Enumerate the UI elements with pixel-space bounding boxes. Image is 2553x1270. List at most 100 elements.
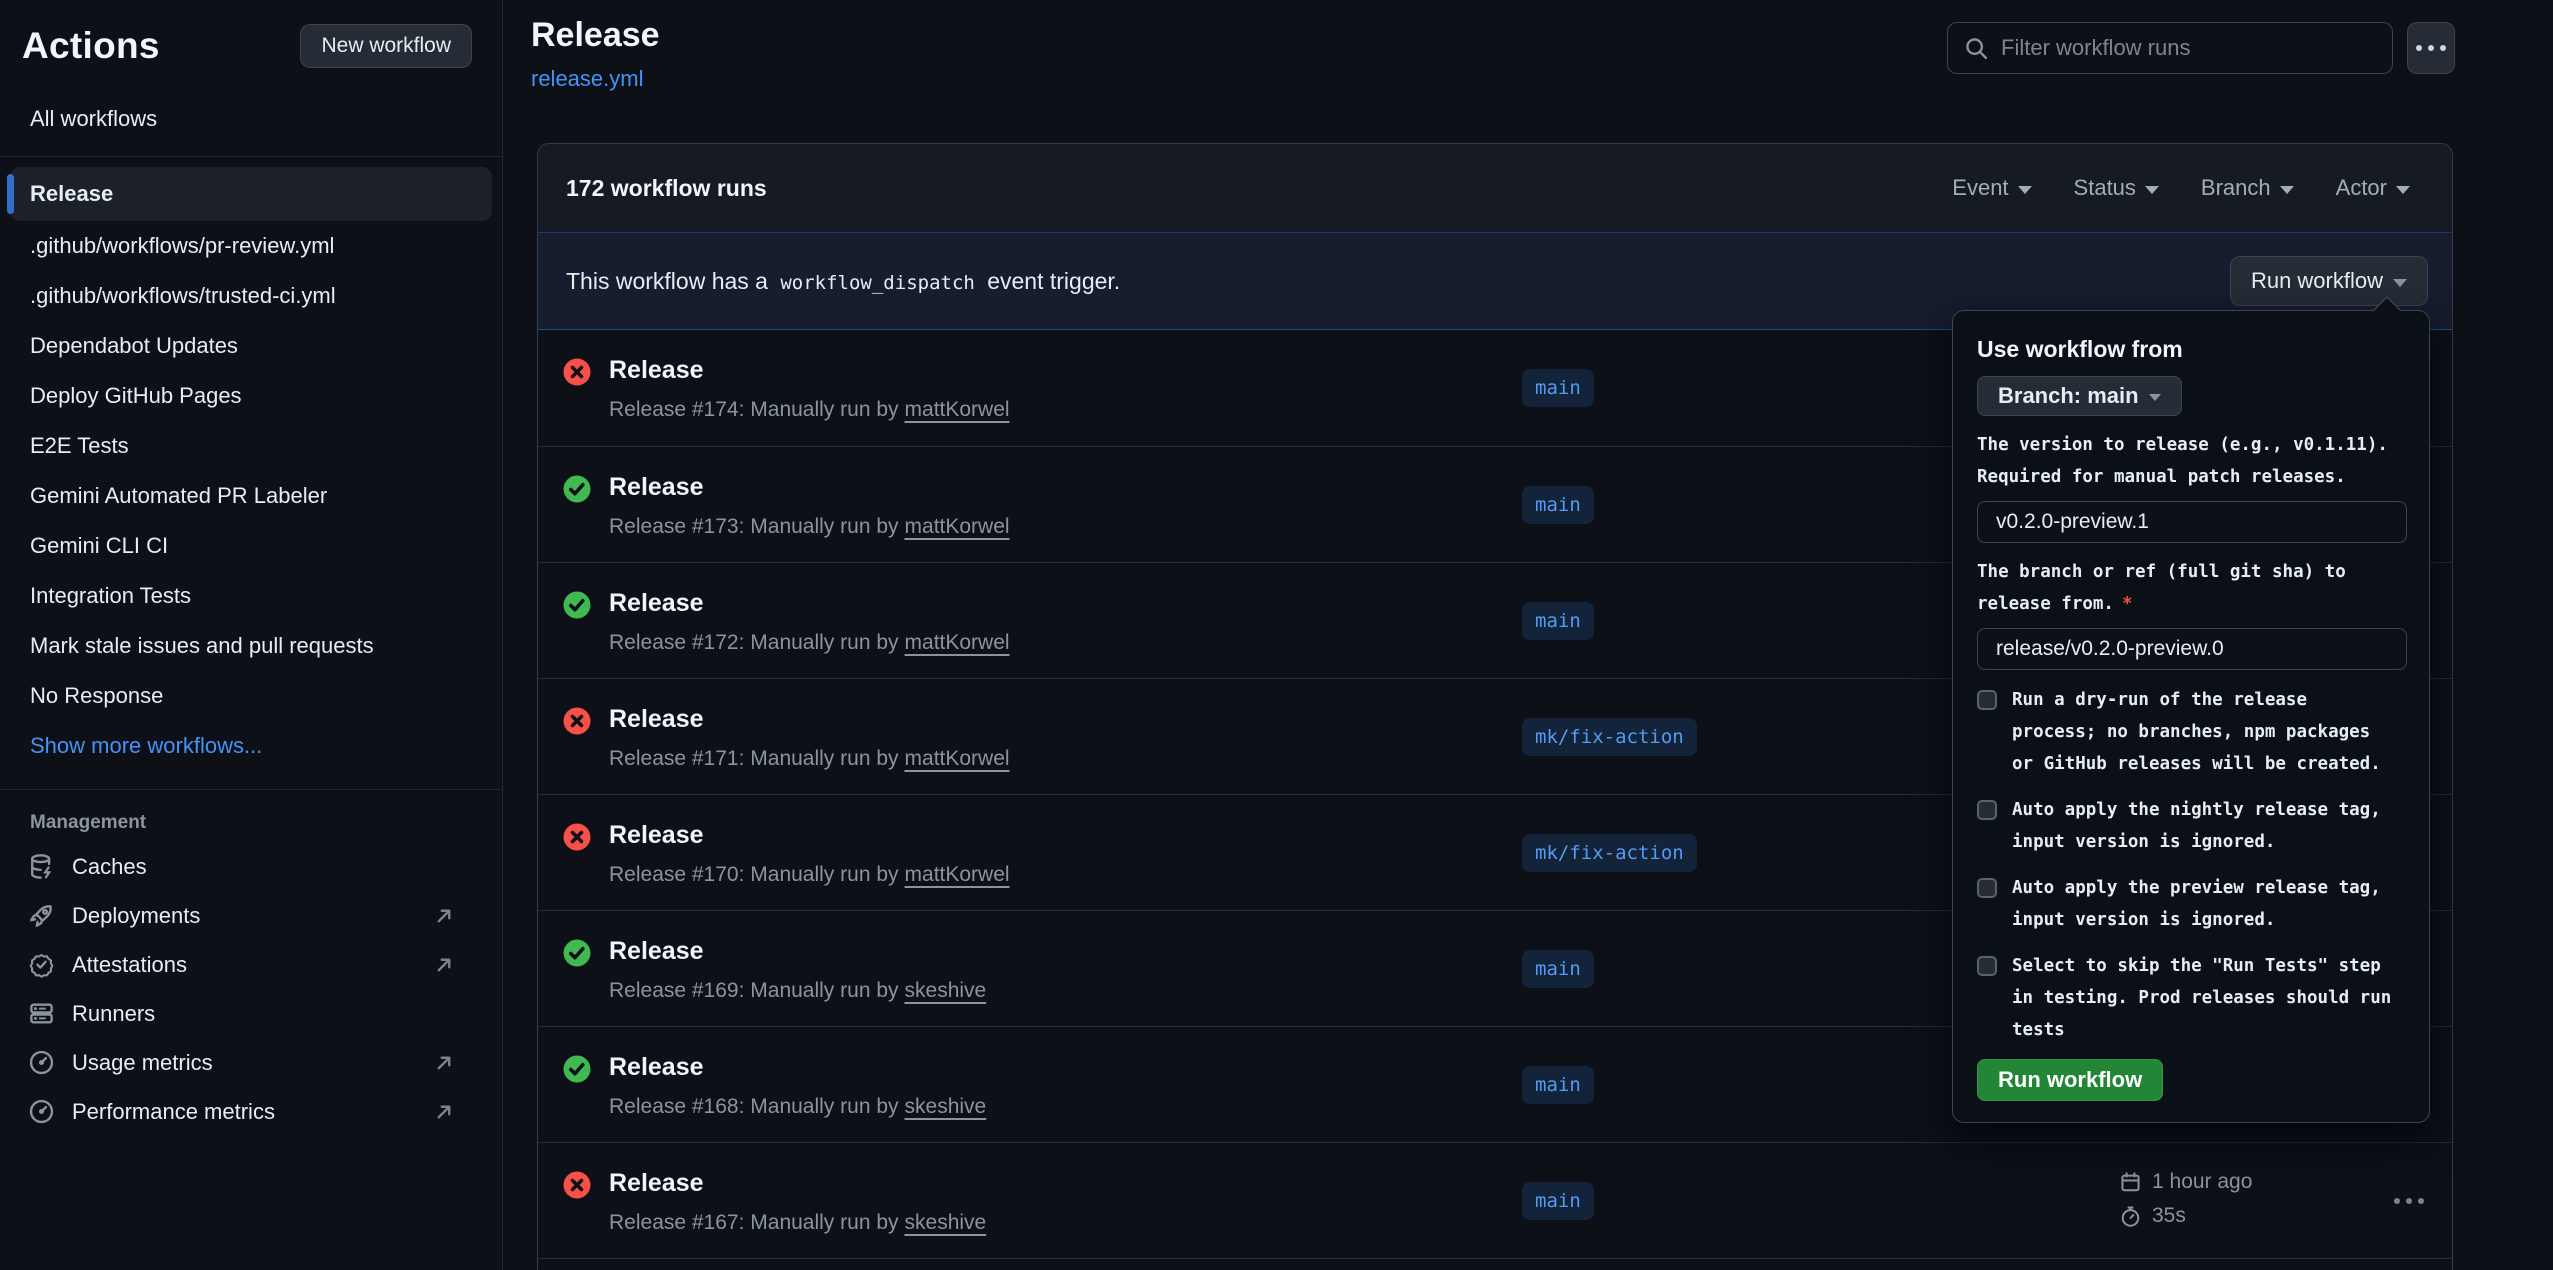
runs-list-header: 172 workflow runs Event Status Branch Ac…: [538, 144, 2452, 232]
failure-icon: [562, 706, 592, 736]
cache-icon: [28, 853, 55, 880]
active-indicator-bar: [7, 174, 14, 214]
workflow-file-link[interactable]: release.yml: [531, 66, 643, 92]
sidebar-title: Actions: [22, 25, 160, 67]
sidebar-item-workflow[interactable]: .github/workflows/trusted-ci.yml: [10, 271, 492, 321]
run-actor-link[interactable]: mattKorwel: [905, 863, 1010, 886]
dry-run-option: Run a dry-run of the release process; no…: [1977, 684, 2405, 780]
version-field-description: The version to release (e.g., v0.1.11). …: [1977, 429, 2403, 493]
rocket-icon: [28, 902, 55, 929]
workflow-dispatch-code: workflow_dispatch: [774, 272, 980, 294]
sidebar-item-runners[interactable]: Runners: [0, 989, 502, 1038]
skip-tests-option: Select to skip the "Run Tests" step in t…: [1977, 950, 2405, 1046]
run-actor-link[interactable]: mattKorwel: [905, 398, 1010, 421]
sidebar-item-usage-metrics[interactable]: Usage metrics: [0, 1038, 502, 1087]
success-icon: [562, 590, 592, 620]
branch-badge[interactable]: main: [1522, 486, 1594, 524]
run-actor-link[interactable]: mattKorwel: [905, 631, 1010, 654]
run-title-link[interactable]: Release: [609, 1053, 704, 1082]
sidebar-item-performance-metrics[interactable]: Performance metrics: [0, 1087, 502, 1136]
branch-select-button[interactable]: Branch: main: [1977, 376, 2182, 416]
sidebar-item-all-workflows[interactable]: All workflows: [10, 96, 492, 142]
verified-icon: [28, 951, 55, 978]
run-title-link[interactable]: Release: [609, 705, 704, 734]
chevron-down-icon: [2393, 279, 2407, 287]
failure-icon: [562, 822, 592, 852]
run-workflow-submit-button[interactable]: Run workflow: [1977, 1059, 2163, 1101]
filter-branch[interactable]: Branch: [2201, 175, 2294, 201]
branch-badge[interactable]: mk/fix-action: [1522, 834, 1697, 872]
run-title-link[interactable]: Release: [609, 1169, 704, 1198]
external-link-icon: [432, 1100, 456, 1124]
run-title-link[interactable]: Release: [609, 589, 704, 618]
branch-badge[interactable]: main: [1522, 602, 1594, 640]
page-title: Release: [531, 16, 660, 55]
sidebar-item-attestations[interactable]: Attestations: [0, 940, 502, 989]
sidebar-item-workflow[interactable]: E2E Tests: [10, 421, 492, 471]
run-actor-link[interactable]: skeshive: [905, 1211, 987, 1234]
new-workflow-button[interactable]: New workflow: [300, 24, 472, 68]
nightly-tag-checkbox[interactable]: [1977, 800, 1997, 820]
external-link-icon: [432, 904, 456, 928]
filter-event[interactable]: Event: [1952, 175, 2031, 201]
chevron-down-icon: [2280, 186, 2294, 194]
branch-badge[interactable]: main: [1522, 950, 1594, 988]
run-actor-link[interactable]: mattKorwel: [905, 747, 1010, 770]
meter-icon: [28, 1049, 55, 1076]
sidebar-item-release[interactable]: Release: [10, 167, 492, 221]
dry-run-checkbox[interactable]: [1977, 690, 1997, 710]
sidebar-item-caches[interactable]: Caches: [0, 842, 502, 891]
ref-field-description: The branch or ref (full git sha) to rele…: [1977, 556, 2403, 620]
skip-tests-checkbox[interactable]: [1977, 956, 1997, 976]
sidebar-item-workflow[interactable]: Mark stale issues and pull requests: [10, 621, 492, 671]
external-link-icon: [432, 1051, 456, 1075]
run-title-link[interactable]: Release: [609, 937, 704, 966]
run-actor-link[interactable]: skeshive: [905, 979, 987, 1002]
sidebar-item-deployments[interactable]: Deployments: [0, 891, 502, 940]
run-actor-link[interactable]: skeshive: [905, 1095, 987, 1118]
branch-badge[interactable]: main: [1522, 369, 1594, 407]
run-actor-link[interactable]: mattKorwel: [905, 515, 1010, 538]
chevron-down-icon: [2145, 186, 2159, 194]
success-icon: [562, 938, 592, 968]
sidebar-item-workflow[interactable]: .github/workflows/pr-review.yml: [10, 221, 492, 271]
branch-badge[interactable]: mk/fix-action: [1522, 718, 1697, 756]
failure-icon: [562, 357, 592, 387]
checkbox-label[interactable]: Auto apply the nightly release tag, inpu…: [2012, 794, 2394, 858]
sidebar-item-workflow[interactable]: Gemini CLI CI: [10, 521, 492, 571]
run-title-link[interactable]: Release: [609, 473, 704, 502]
sidebar-item-workflow[interactable]: Dependabot Updates: [10, 321, 492, 371]
run-title-link[interactable]: Release: [609, 821, 704, 850]
version-input[interactable]: [1977, 501, 2407, 543]
checkbox-label[interactable]: Select to skip the "Run Tests" step in t…: [2012, 950, 2394, 1046]
ref-input[interactable]: [1977, 628, 2407, 670]
run-description: Release #168: Manually run byskeshive: [609, 1095, 986, 1119]
chevron-down-icon: [2396, 186, 2410, 194]
run-options-kebab-button[interactable]: [2381, 1183, 2437, 1219]
workflow-run-row: Release Release #167: Manually run byske…: [538, 1142, 2452, 1258]
runs-count: 172 workflow runs: [566, 175, 767, 202]
show-more-workflows-link[interactable]: Show more workflows...: [10, 721, 492, 771]
run-filters: Event Status Branch Actor: [1952, 175, 2410, 201]
search-icon: [1964, 36, 1989, 61]
failure-icon: [562, 1170, 592, 1200]
popup-heading: Use workflow from: [1977, 335, 2405, 363]
filter-workflow-runs-search[interactable]: [1947, 22, 2393, 74]
sidebar-item-workflow[interactable]: Deploy GitHub Pages: [10, 371, 492, 421]
calendar-icon: [2119, 1171, 2142, 1194]
run-title-link[interactable]: Release: [609, 356, 704, 385]
sidebar-item-workflow[interactable]: Gemini Automated PR Labeler: [10, 471, 492, 521]
server-icon: [28, 1000, 55, 1027]
checkbox-label[interactable]: Auto apply the preview release tag, inpu…: [2012, 872, 2394, 936]
branch-badge[interactable]: main: [1522, 1066, 1594, 1104]
branch-badge[interactable]: main: [1522, 1182, 1594, 1220]
workflow-options-kebab-button[interactable]: [2407, 22, 2455, 74]
checkbox-label[interactable]: Run a dry-run of the release process; no…: [2012, 684, 2394, 780]
sidebar-item-workflow[interactable]: Integration Tests: [10, 571, 492, 621]
external-link-icon: [432, 953, 456, 977]
filter-status[interactable]: Status: [2074, 175, 2159, 201]
search-input[interactable]: [2001, 35, 2376, 61]
sidebar-item-workflow[interactable]: No Response: [10, 671, 492, 721]
filter-actor[interactable]: Actor: [2336, 175, 2410, 201]
preview-tag-checkbox[interactable]: [1977, 878, 1997, 898]
